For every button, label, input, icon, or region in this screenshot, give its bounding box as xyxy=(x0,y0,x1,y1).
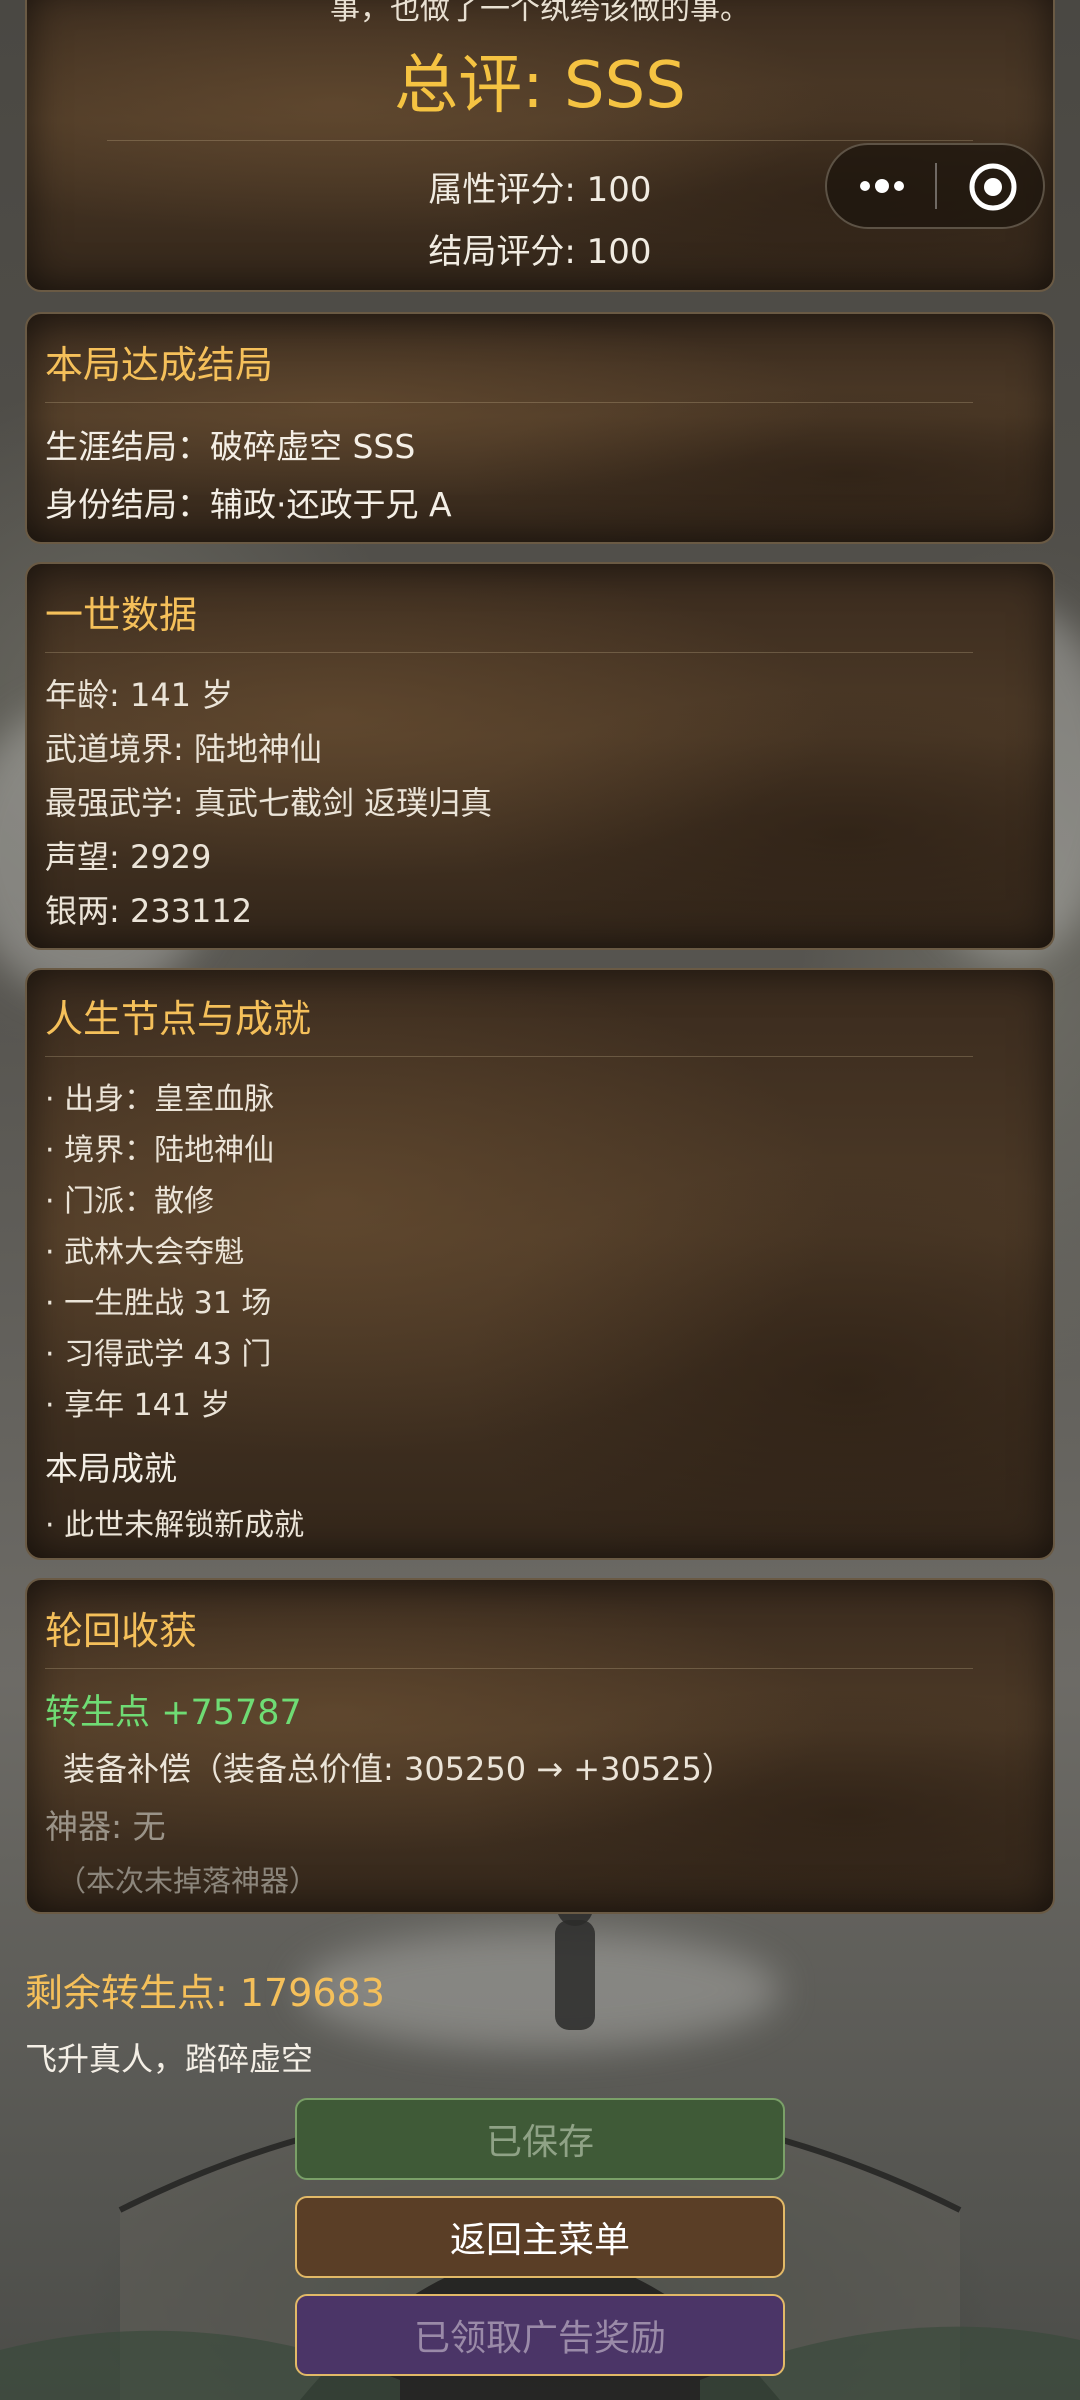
milestones-panel: 人生节点与成就 · 出身：皇室血脉 · 境界：陆地神仙 · 门派：散修 · 武林… xyxy=(25,968,1055,1560)
ad-reward-claimed-button[interactable]: 已领取广告奖励 xyxy=(295,2294,785,2376)
milestone-item: · 享年 141 岁 xyxy=(45,1388,231,1423)
artifact-note: （本次未掉落神器） xyxy=(57,1864,319,1898)
equipment-compensation: 装备补偿（装备总价值: 305250 → +30525） xyxy=(63,1750,734,1788)
rebirth-points-gain: 转生点 +75787 xyxy=(45,1693,302,1733)
endings-panel: 本局达成结局 生涯结局：破碎虚空 SSS 身份结局：辅政·还政于兄 A xyxy=(25,312,1055,544)
rebirth-rewards-panel: 轮回收获 转生点 +75787 装备补偿（装备总价值: 305250 → +30… xyxy=(25,1578,1055,1914)
saved-button[interactable]: 已保存 xyxy=(295,2098,785,2180)
divider xyxy=(45,1668,973,1669)
age-stat: 年龄: 141 岁 xyxy=(45,676,234,714)
life-data-panel: 一世数据 年龄: 141 岁 武道境界: 陆地神仙 最强武学: 真武七截剑 返璞… xyxy=(25,562,1055,950)
mini-program-capsule xyxy=(825,143,1045,229)
milestones-title: 人生节点与成就 xyxy=(45,997,312,1041)
identity-ending: 身份结局：辅政·还政于兄 A xyxy=(45,485,452,524)
milestone-item: · 境界：陆地神仙 xyxy=(45,1133,275,1168)
best-skill-stat: 最强武学: 真武七截剑 返璞归真 xyxy=(45,784,493,822)
capsule-divider xyxy=(935,163,937,209)
divider xyxy=(45,402,973,403)
return-main-menu-button[interactable]: 返回主菜单 xyxy=(295,2196,785,2278)
achievement-item: · 此世未解锁新成就 xyxy=(45,1508,305,1543)
achievement-heading: 本局成就 xyxy=(45,1449,177,1488)
realm-stat: 武道境界: 陆地神仙 xyxy=(45,730,322,768)
ending-motto: 飞升真人，踏碎虚空 xyxy=(25,2040,314,2078)
milestone-item: · 门派：散修 xyxy=(45,1184,215,1219)
more-dots-icon[interactable] xyxy=(847,157,917,215)
overall-rating: 总评: SSS xyxy=(394,49,686,123)
milestone-item: · 出身：皇室血脉 xyxy=(45,1082,275,1117)
fame-stat: 声望: 2929 xyxy=(45,838,212,876)
ending-score: 结局评分: 100 xyxy=(428,232,652,272)
artifact-result: 神器: 无 xyxy=(45,1807,166,1846)
divider xyxy=(45,1056,973,1057)
milestone-item: · 习得武学 43 门 xyxy=(45,1337,272,1372)
target-circle-icon[interactable] xyxy=(965,159,1021,215)
milestone-item: · 一生胜战 31 场 xyxy=(45,1286,272,1321)
career-ending: 生涯结局：破碎虚空 SSS xyxy=(45,427,416,466)
milestone-item: · 武林大会夺魁 xyxy=(45,1235,245,1270)
remaining-rebirth-points: 剩余转生点: 179683 xyxy=(25,1971,385,2015)
life-data-title: 一世数据 xyxy=(45,593,198,637)
rewards-title: 轮回收获 xyxy=(45,1609,198,1653)
divider xyxy=(45,652,973,653)
endings-title: 本局达成结局 xyxy=(45,343,274,387)
divider xyxy=(107,140,973,141)
silver-stat: 银两: 233112 xyxy=(45,892,253,930)
summary-top-text: 事，也做了一个纨绔该做的事。 xyxy=(330,0,750,27)
